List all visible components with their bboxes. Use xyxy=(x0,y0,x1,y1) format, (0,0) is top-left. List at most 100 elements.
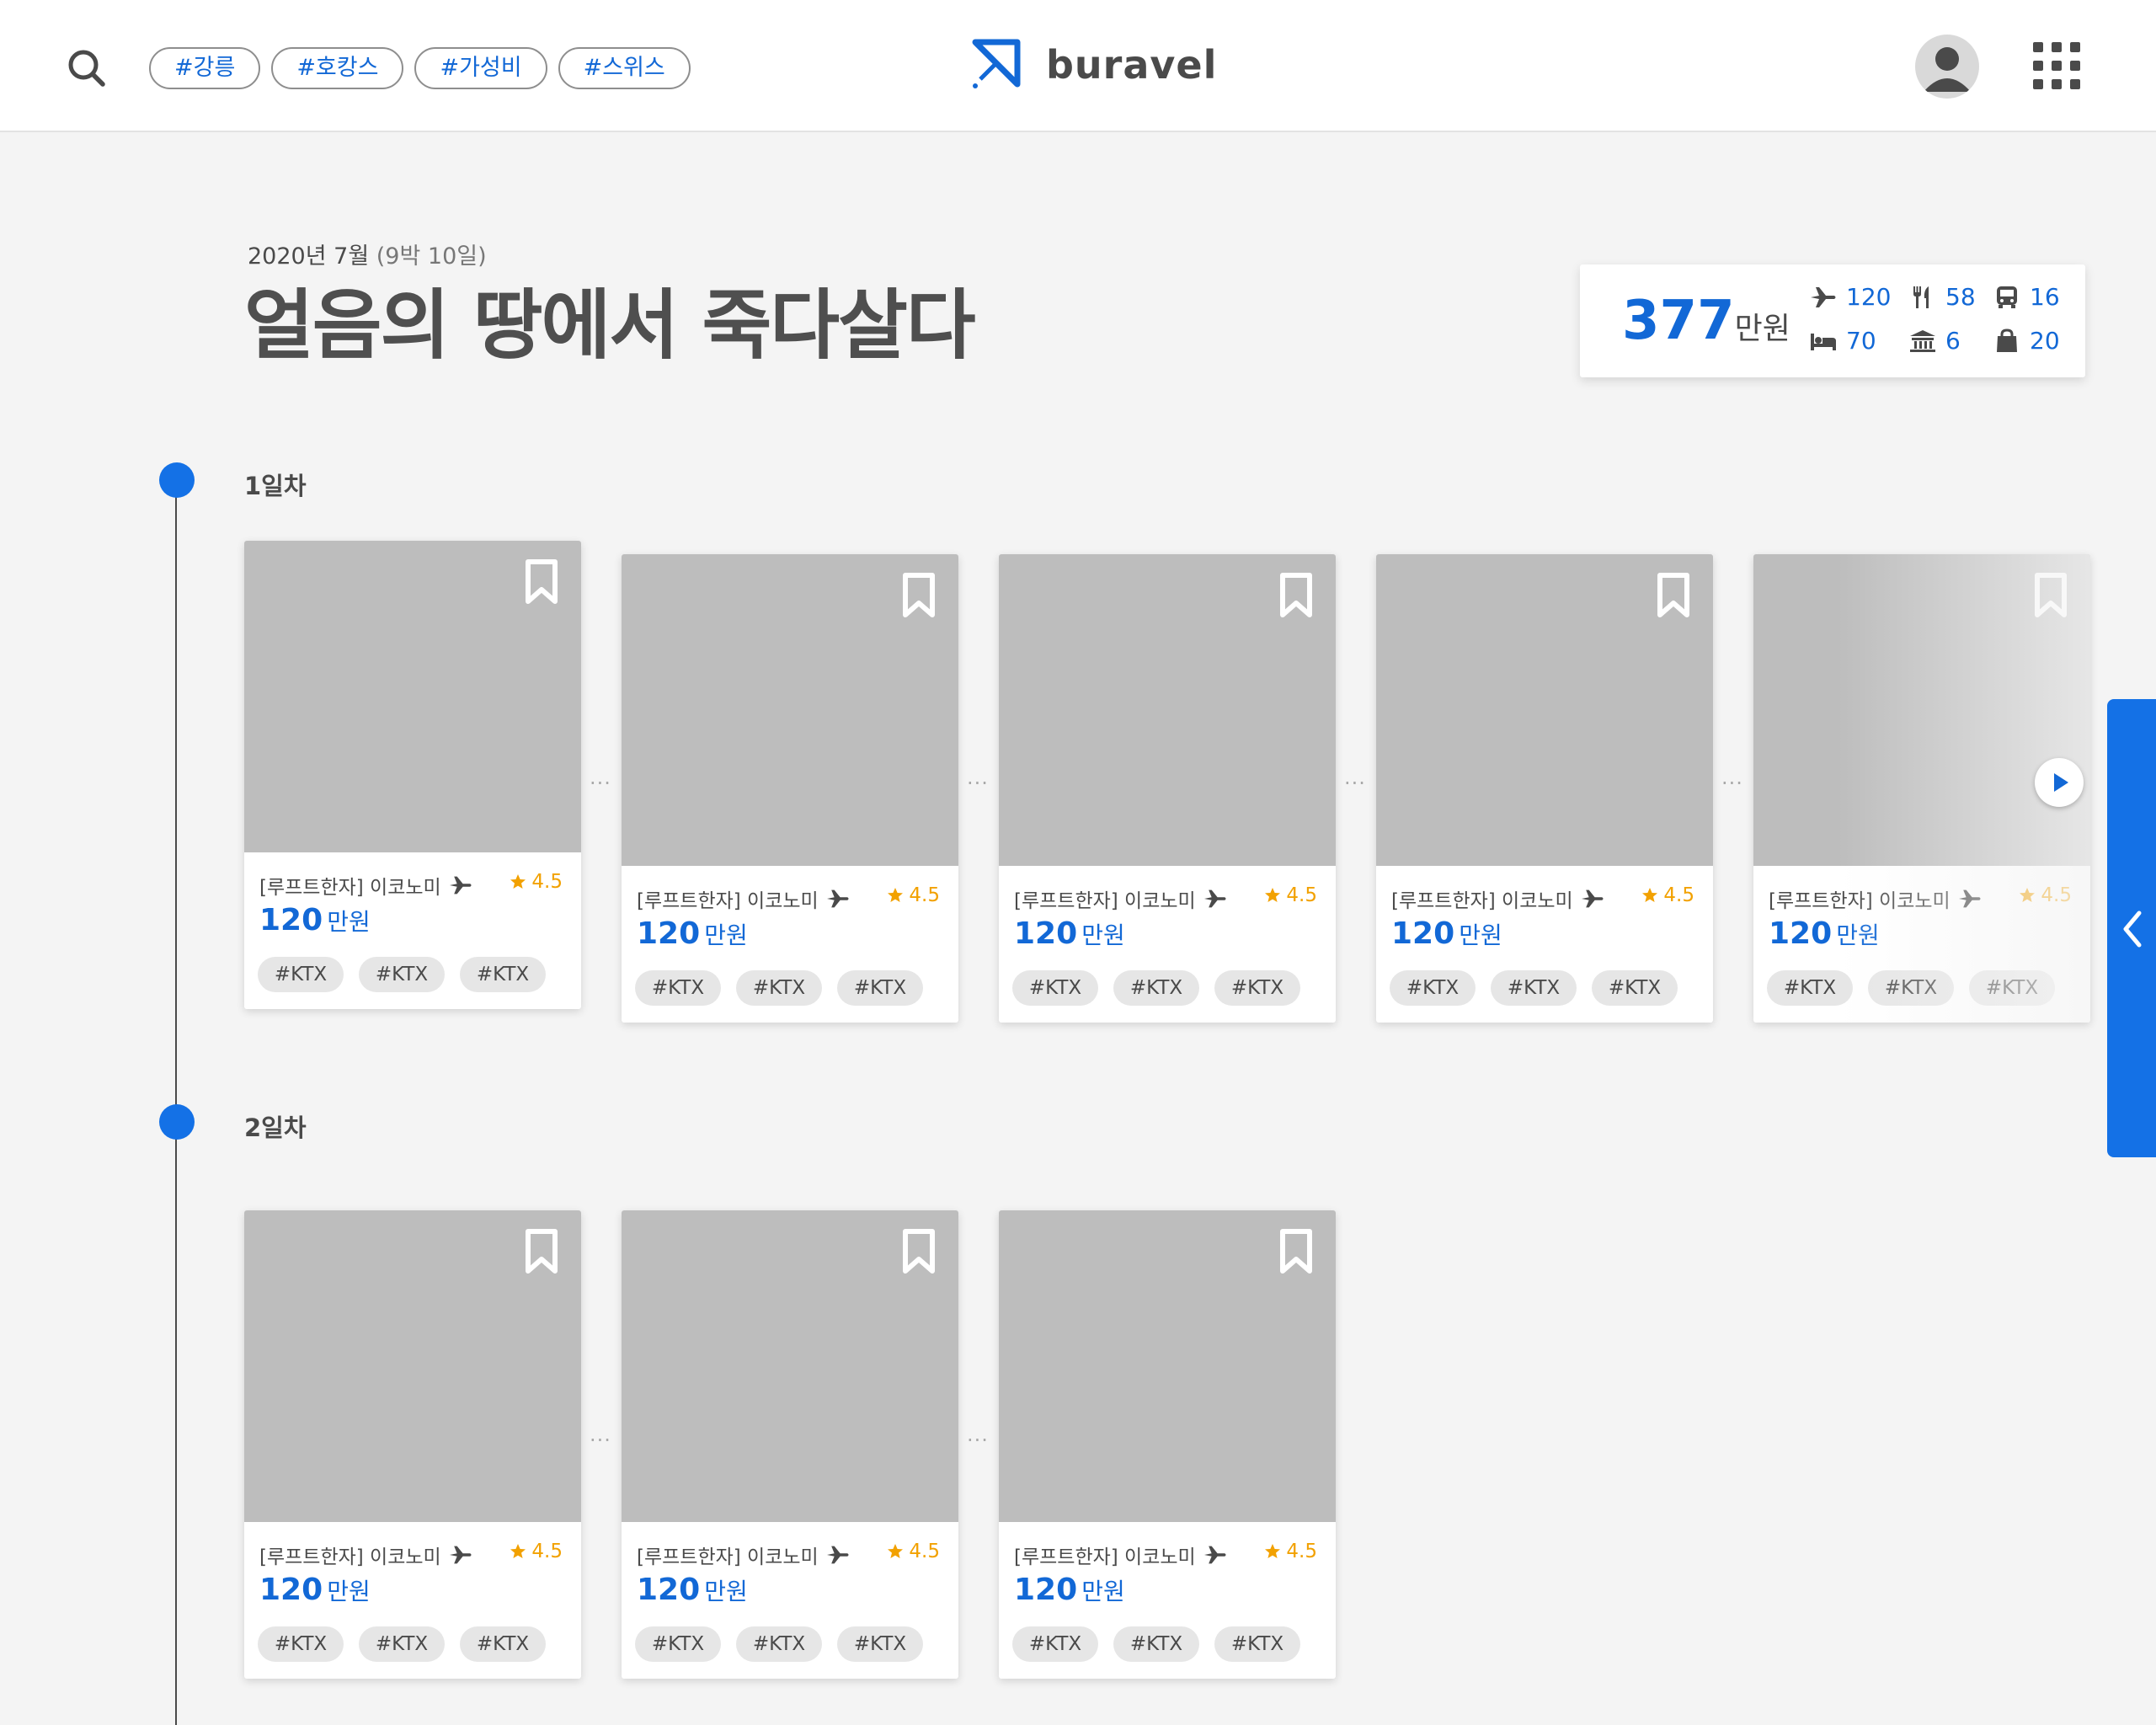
card-title-text: [루프트한자] 이코노미 xyxy=(637,890,819,912)
card-tag-chip[interactable]: #KTX xyxy=(1214,970,1300,1006)
card-tag-chip[interactable]: #KTX xyxy=(1113,1626,1199,1662)
star-icon xyxy=(888,888,904,902)
card-price: 120 만원 xyxy=(1014,1573,1125,1607)
card-price: 120 만원 xyxy=(1014,916,1125,951)
apps-grid-icon[interactable] xyxy=(2031,40,2082,91)
card-tag-chip[interactable]: #KTX xyxy=(460,957,546,992)
budget-item-transport: 16 xyxy=(1993,283,2060,311)
card-tag-chip[interactable]: #KTX xyxy=(1592,970,1678,1006)
bookmark-icon[interactable] xyxy=(525,559,558,605)
tag-chip[interactable]: #강릉 xyxy=(149,47,261,89)
bookmark-icon[interactable] xyxy=(902,1229,936,1274)
plane-icon xyxy=(826,889,849,908)
card-tag-chip[interactable]: #KTX xyxy=(1969,970,2055,1006)
bookmark-icon[interactable] xyxy=(525,1229,558,1274)
card-title: [루프트한자] 이코노미 xyxy=(637,1541,851,1569)
card-connector: ··· xyxy=(967,1429,989,1452)
top-header: #강릉 #호캉스 #가성비 #스위스 buravel xyxy=(0,0,2156,132)
card-price-value: 120 xyxy=(637,916,701,951)
star-icon xyxy=(510,1544,526,1558)
card-tag-chip[interactable]: #KTX xyxy=(1012,970,1098,1006)
card-tag-chip[interactable]: #KTX xyxy=(359,957,445,992)
card-price-unit: 만원 xyxy=(1836,921,1880,949)
budget-total-unit: 만원 xyxy=(1734,312,1790,346)
bookmark-icon[interactable] xyxy=(2034,573,2068,618)
card-title-text: [루프트한자] 이코노미 xyxy=(1391,890,1573,912)
card-tag-chip[interactable]: #KTX xyxy=(258,1626,344,1662)
card-tags: #KTX #KTX #KTX xyxy=(635,970,923,1006)
plane-icon xyxy=(449,1546,472,1564)
plane-icon xyxy=(1581,889,1604,908)
place-card[interactable]: [루프트한자] 이코노미 4.5 120 만원 #KTX #KTX #KTX xyxy=(999,554,1336,1023)
budget-item-shopping: 20 xyxy=(1993,327,2060,355)
plane-icon xyxy=(1203,889,1226,908)
place-card[interactable]: [루프트한자] 이코노미 4.5 120 만원 #KTX #KTX #KTX xyxy=(1376,554,1713,1023)
card-price-value: 120 xyxy=(1391,916,1455,951)
card-tag-chip[interactable]: #KTX xyxy=(1767,970,1853,1006)
avatar[interactable] xyxy=(1915,35,1979,99)
card-price: 120 만원 xyxy=(1391,916,1502,951)
place-card[interactable]: [루프트한자] 이코노미 4.5 120 만원 #KTX #KTX #KTX xyxy=(244,1210,581,1679)
card-tag-chip[interactable]: #KTX xyxy=(736,970,822,1006)
place-card[interactable]: [루프트한자] 이코노미 4.5 120 만원 #KTX #KTX #KTX xyxy=(622,1210,958,1679)
card-rating-value: 4.5 xyxy=(1286,1541,1317,1562)
place-card[interactable]: [루프트한자] 이코노미 4.5 120 만원 #KTX #KTX #KTX xyxy=(622,554,958,1023)
star-icon xyxy=(1265,888,1281,902)
card-tag-chip[interactable]: #KTX xyxy=(258,957,344,992)
plane-icon xyxy=(1811,286,1836,307)
card-rating-value: 4.5 xyxy=(531,871,563,893)
card-tag-chip[interactable]: #KTX xyxy=(1390,970,1476,1006)
card-tag-chip[interactable]: #KTX xyxy=(1214,1626,1300,1662)
day-label: 1일차 xyxy=(244,472,307,500)
card-tags: #KTX #KTX #KTX xyxy=(1012,1626,1300,1662)
play-icon[interactable] xyxy=(2035,758,2084,807)
place-card[interactable]: [루프트한자] 이코노미 4.5 120 만원 #KTX #KTX #KTX xyxy=(244,541,581,1009)
card-tag-chip[interactable]: #KTX xyxy=(1868,970,1954,1006)
plane-icon xyxy=(1958,889,1981,908)
card-tag-chip[interactable]: #KTX xyxy=(837,970,923,1006)
card-price-unit: 만원 xyxy=(704,921,748,949)
logo[interactable]: buravel xyxy=(970,39,1217,91)
card-price-value: 120 xyxy=(1014,916,1078,951)
bookmark-icon[interactable] xyxy=(1279,573,1313,618)
card-title-text: [루프트한자] 이코노미 xyxy=(1014,890,1196,912)
bookmark-icon[interactable] xyxy=(902,573,936,618)
bookmark-icon[interactable] xyxy=(1657,573,1690,618)
card-title-text: [루프트한자] 이코노미 xyxy=(637,1546,819,1568)
card-price: 120 만원 xyxy=(259,903,371,937)
logo-text: buravel xyxy=(1046,42,1218,88)
card-price-value: 120 xyxy=(1014,1573,1078,1607)
card-connector: ··· xyxy=(1344,772,1366,795)
card-tag-chip[interactable]: #KTX xyxy=(1491,970,1577,1006)
plane-icon xyxy=(1203,1546,1226,1564)
card-title: [루프트한자] 이코노미 xyxy=(1014,884,1228,913)
card-rating: 4.5 xyxy=(1264,1541,1317,1562)
card-title: [루프트한자] 이코노미 xyxy=(1014,1541,1228,1569)
card-tag-chip[interactable]: #KTX xyxy=(460,1626,546,1662)
card-title: [루프트한자] 이코노미 xyxy=(259,871,473,900)
card-connector: ··· xyxy=(590,1429,611,1452)
card-tag-chip[interactable]: #KTX xyxy=(837,1626,923,1662)
bookmark-icon[interactable] xyxy=(1279,1229,1313,1274)
card-tag-chip[interactable]: #KTX xyxy=(736,1626,822,1662)
card-price-unit: 만원 xyxy=(704,1578,748,1605)
card-tag-chip[interactable]: #KTX xyxy=(1113,970,1199,1006)
side-panel-toggle[interactable] xyxy=(2107,699,2156,1157)
card-tag-chip[interactable]: #KTX xyxy=(635,1626,721,1662)
card-tags: #KTX #KTX #KTX xyxy=(635,1626,923,1662)
trip-month: 2020년 7월 xyxy=(248,243,370,270)
tag-chip[interactable]: #스위스 xyxy=(558,47,691,89)
place-card[interactable]: [루프트한자] 이코노미 4.5 120 만원 #KTX #KTX #KTX xyxy=(999,1210,1336,1679)
card-rating: 4.5 xyxy=(510,1541,563,1562)
chevron-left-icon xyxy=(2123,911,2142,948)
tag-chip[interactable]: #호캉스 xyxy=(271,47,404,89)
card-connector: ··· xyxy=(590,772,611,795)
tag-chip[interactable]: #가성비 xyxy=(414,47,547,89)
star-icon xyxy=(510,874,526,889)
card-rating-value: 4.5 xyxy=(1286,884,1317,906)
search-icon[interactable] xyxy=(66,47,108,89)
card-tag-chip[interactable]: #KTX xyxy=(635,970,721,1006)
card-price: 120 만원 xyxy=(259,1573,371,1607)
card-tag-chip[interactable]: #KTX xyxy=(359,1626,445,1662)
card-tag-chip[interactable]: #KTX xyxy=(1012,1626,1098,1662)
